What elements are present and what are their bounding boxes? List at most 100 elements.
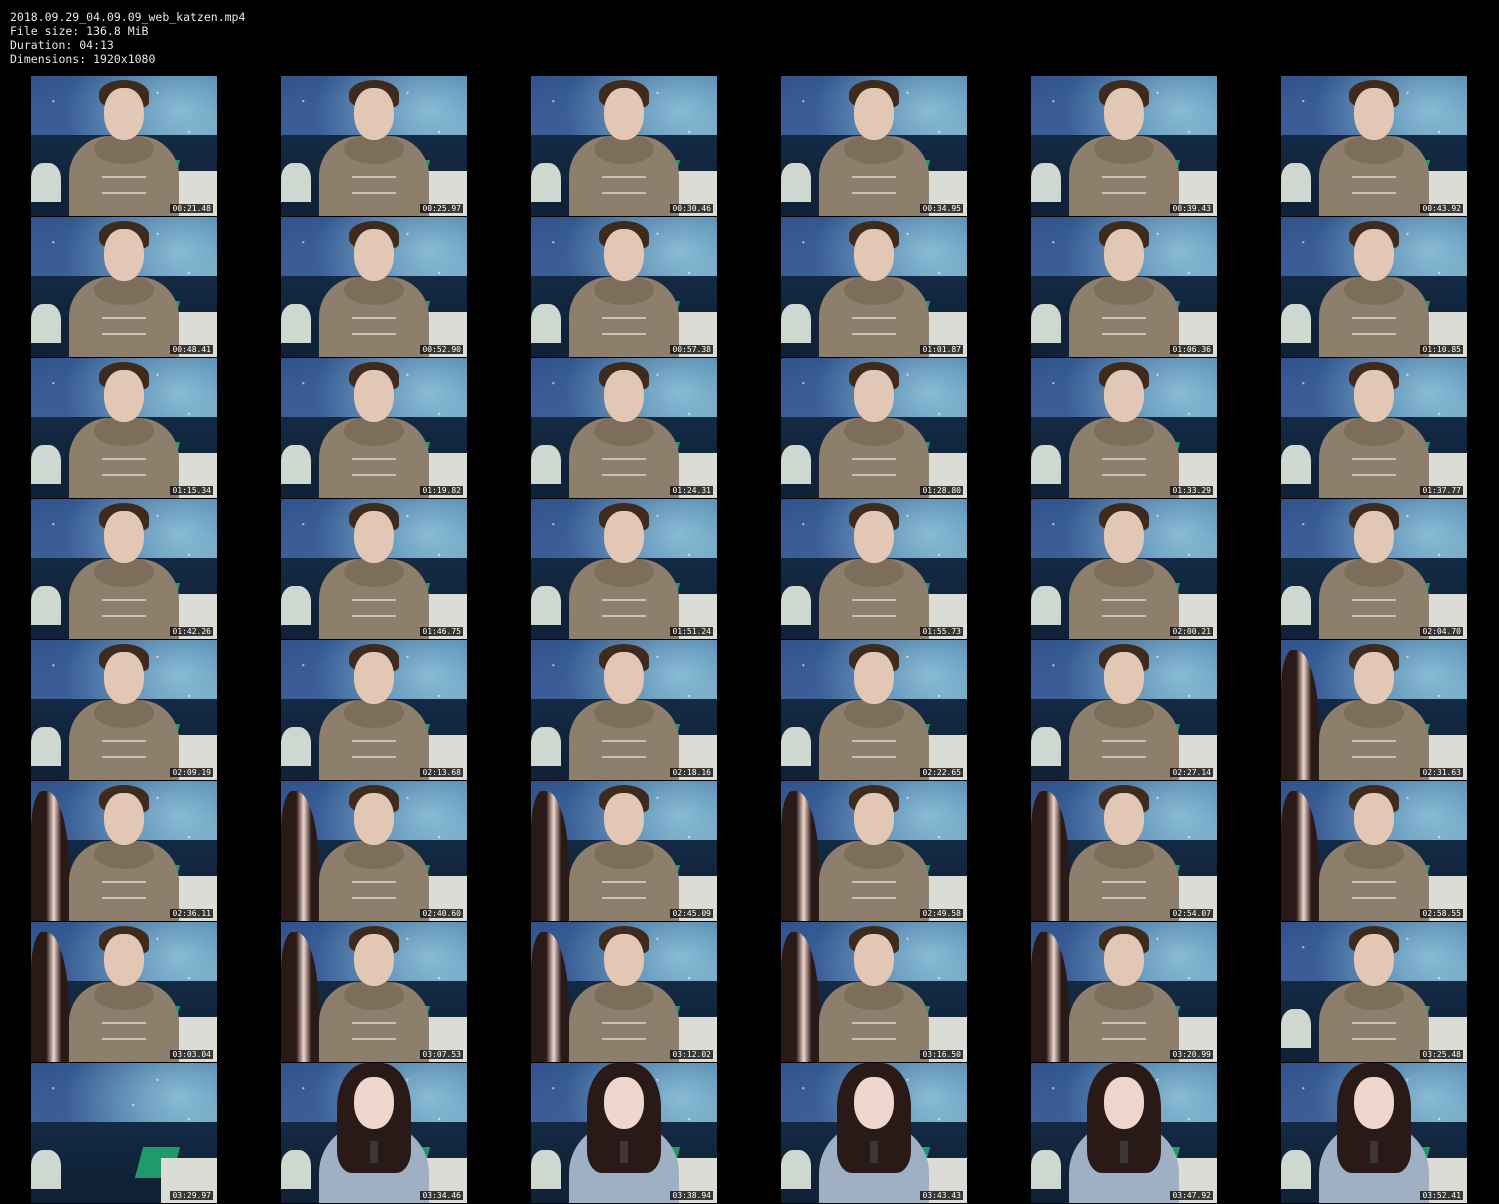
thumbnail-timestamp: 02:13.68 [420,768,463,777]
video-thumbnail: 02:49.58 [781,781,967,921]
thumbnail-timestamp: 01:33.29 [1170,486,1213,495]
figure-logo [352,317,396,335]
thumbnail-timestamp: 01:37.77 [1420,486,1463,495]
figure-logo [1102,1022,1146,1040]
video-thumbnail: 01:10.85 [1281,217,1467,357]
left-cushion [281,1149,311,1189]
left-cushion [1031,303,1061,343]
thumbnail-timestamp: 03:16.50 [920,1050,963,1059]
video-thumbnail: 03:03.04 [31,922,217,1062]
left-cushion [31,444,61,484]
boy-figure [69,640,179,780]
figure-face [354,88,394,140]
video-thumbnail: 00:34.95 [781,76,967,216]
left-cushion [531,585,561,625]
boy-figure [569,76,679,216]
boy-figure [69,76,179,216]
file-info: 2018.09.29_04.09.09_web_katzen.mp4 File … [10,10,245,66]
video-thumbnail: 02:31.63 [1281,640,1467,780]
thumbnail-timestamp: 01:24.31 [670,486,713,495]
figure-face [354,229,394,281]
video-thumbnail: 03:20.99 [1031,922,1217,1062]
video-thumbnail: 00:25.97 [281,76,467,216]
figure-logo [602,458,646,476]
figure-logo [102,176,146,194]
left-cushion [281,726,311,766]
left-cushion [1031,162,1061,202]
video-thumbnail: 02:09.19 [31,640,217,780]
thumbnail-timestamp: 02:45.09 [670,909,713,918]
video-thumbnail: 03:52.41 [1281,1063,1467,1203]
figure-logo [102,317,146,335]
boy-figure [319,217,429,357]
figure-face [1354,88,1394,140]
boy-figure [819,781,929,921]
boy-figure [1069,76,1179,216]
video-thumbnail: 01:46.75 [281,499,467,639]
left-cushion [1281,162,1311,202]
boy-figure [69,358,179,498]
left-cushion [781,1149,811,1189]
left-cushion [31,162,61,202]
left-cushion [31,303,61,343]
figure-face [1104,88,1144,140]
figure-logo [1352,599,1396,617]
boy-figure [569,781,679,921]
thumbnail-timestamp: 03:52.41 [1420,1191,1463,1200]
thumbnail-timestamp: 01:55.73 [920,627,963,636]
figure-face [1104,511,1144,563]
figure-logo [602,317,646,335]
figure-face [354,1077,394,1129]
thumbnail-timestamp: 03:38.94 [670,1191,713,1200]
video-thumbnail: 03:47.92 [1031,1063,1217,1203]
video-thumbnail: 01:28.80 [781,358,967,498]
boy-figure [1069,922,1179,1062]
figure-logo [352,176,396,194]
figure-logo [1102,881,1146,899]
figure-logo [620,1141,628,1163]
thumbnail-timestamp: 02:36.11 [170,909,213,918]
figure-logo [102,458,146,476]
thumbnail-timestamp: 03:07.53 [420,1050,463,1059]
figure-face [854,229,894,281]
figure-face [854,511,894,563]
left-cushion [531,726,561,766]
thumbnail-timestamp: 02:27.14 [1170,768,1213,777]
video-thumbnail: 00:57.38 [531,217,717,357]
left-cushion [1281,303,1311,343]
boy-figure [1319,358,1429,498]
figure-logo [602,176,646,194]
figure-logo [352,599,396,617]
left-cushion [531,303,561,343]
thumbnail-timestamp: 01:28.80 [920,486,963,495]
file-dimensions: Dimensions: 1920x1080 [10,52,156,66]
video-thumbnail: 00:52.90 [281,217,467,357]
left-cushion [31,1149,61,1189]
figure-face [104,88,144,140]
thumbnail-timestamp: 00:34.95 [920,204,963,213]
figure-face [604,652,644,704]
figure-face [854,934,894,986]
figure-face [104,652,144,704]
file-duration: Duration: 04:13 [10,38,114,52]
video-thumbnail: 01:37.77 [1281,358,1467,498]
figure-face [604,229,644,281]
video-thumbnail: 01:06.36 [1031,217,1217,357]
left-cushion [781,162,811,202]
figure-logo [852,740,896,758]
figure-logo [1102,317,1146,335]
boy-figure [1319,499,1429,639]
video-thumbnail: 03:07.53 [281,922,467,1062]
figure-logo [370,1141,378,1163]
thumbnail-timestamp: 00:48.41 [170,345,213,354]
left-cushion [1031,585,1061,625]
left-cushion [31,726,61,766]
left-cushion [281,303,311,343]
left-cushion [281,444,311,484]
thumbnail-timestamp: 01:06.36 [1170,345,1213,354]
figure-face [1354,934,1394,986]
boy-figure [569,640,679,780]
figure-logo [1352,881,1396,899]
figure-face [1354,1077,1394,1129]
video-thumbnail: 03:16.50 [781,922,967,1062]
